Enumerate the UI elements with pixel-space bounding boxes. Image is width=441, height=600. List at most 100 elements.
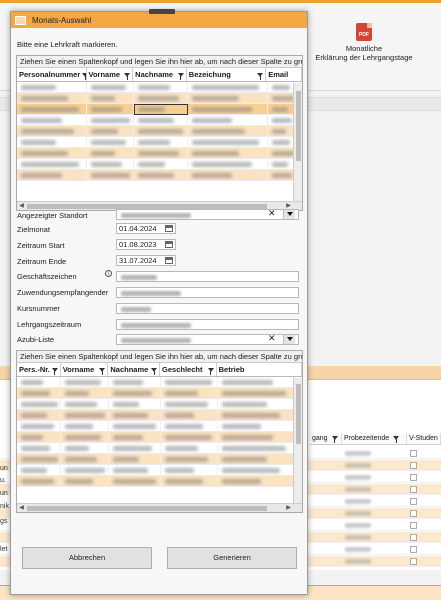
table-cell: [268, 159, 295, 169]
col-personalnummer[interactable]: Personalnummer: [17, 68, 87, 81]
monats-auswahl-dialog: Monats-Auswahl Bitte eine Lehrkraft mark…: [10, 9, 308, 595]
table-row[interactable]: [17, 93, 302, 104]
table-row[interactable]: [17, 115, 302, 126]
focused-cell: [134, 104, 188, 115]
table-cell: [109, 410, 161, 420]
col-pers-nr[interactable]: Pers.-Nr.: [17, 363, 61, 376]
table-row[interactable]: [17, 137, 302, 148]
table-cell: [61, 443, 109, 453]
table-row[interactable]: [17, 476, 302, 487]
table-cell: [188, 170, 268, 180]
filter-icon[interactable]: [124, 72, 131, 80]
table-cell: [218, 432, 295, 442]
filter-icon[interactable]: [99, 367, 106, 375]
col-nachname[interactable]: Nachname: [133, 68, 187, 81]
kursnummer-field[interactable]: [116, 303, 299, 314]
v-studium-checkbox[interactable]: [410, 486, 417, 493]
zeitraum-ende-field[interactable]: 31.07.2024: [116, 255, 176, 266]
table-cell: [109, 476, 161, 486]
v-studium-checkbox[interactable]: [410, 450, 417, 457]
col-betrieb[interactable]: Betrieb: [217, 363, 302, 376]
cancel-button[interactable]: Abbrechen: [22, 547, 152, 569]
calendar-icon[interactable]: [165, 257, 173, 264]
filter-icon[interactable]: [207, 367, 214, 375]
v-studium-checkbox[interactable]: [410, 510, 417, 517]
v-studium-checkbox[interactable]: [410, 534, 417, 541]
v-studium-checkbox[interactable]: [410, 522, 417, 529]
dialog-titlebar[interactable]: Monats-Auswahl: [11, 9, 307, 28]
col-vorname[interactable]: Vorname: [87, 68, 134, 81]
table-row[interactable]: [17, 399, 302, 410]
table-row[interactable]: [17, 148, 302, 159]
v-studium-checkbox[interactable]: [410, 462, 417, 469]
lehrgangszeitraum-field[interactable]: [116, 319, 299, 330]
table-row[interactable]: [17, 465, 302, 476]
group-panel[interactable]: Ziehen Sie einen Spaltenkopf und legen S…: [17, 56, 302, 68]
table-cell: [87, 82, 134, 92]
azubi-liste-select[interactable]: ✕: [116, 334, 299, 345]
table-cell: [161, 454, 218, 464]
col-vorname[interactable]: Vorname: [61, 363, 109, 376]
table-row[interactable]: [17, 454, 302, 465]
zielmonat-field[interactable]: 01.04.2024: [116, 223, 176, 234]
table-row[interactable]: [17, 104, 302, 115]
monthly-declaration-button[interactable]: PDF Monatliche Erklärung der Lehrgangsta…: [314, 23, 414, 62]
table-row[interactable]: [17, 421, 302, 432]
teacher-vscroll[interactable]: [293, 83, 302, 203]
zeitraum-start-field[interactable]: 01.08.2023: [116, 239, 176, 250]
zuwendung-field[interactable]: [116, 287, 299, 298]
bg-left-label: un: [0, 465, 8, 472]
v-studium-checkbox[interactable]: [410, 546, 417, 553]
filter-icon[interactable]: [151, 367, 158, 375]
geschaeftszeichen-field[interactable]: [116, 271, 299, 282]
col-geschlecht[interactable]: Geschlecht: [160, 363, 217, 376]
chevron-down-icon[interactable]: [283, 210, 295, 219]
table-row[interactable]: [17, 432, 302, 443]
table-cell: [218, 454, 295, 464]
col-nachname[interactable]: Nachname: [108, 363, 161, 376]
v-studium-checkbox[interactable]: [410, 474, 417, 481]
calendar-icon[interactable]: [165, 241, 173, 248]
table-cell: [218, 399, 295, 409]
table-cell: [161, 443, 218, 453]
student-hscroll[interactable]: ◀ ▶: [17, 503, 302, 512]
table-cell: [268, 148, 295, 158]
calendar-icon[interactable]: [165, 225, 173, 232]
table-row[interactable]: [17, 82, 302, 93]
table-row[interactable]: [17, 410, 302, 421]
table-row[interactable]: [17, 170, 302, 181]
table-row[interactable]: [17, 443, 302, 454]
table-row[interactable]: [17, 388, 302, 399]
filter-icon[interactable]: [177, 72, 184, 80]
table-cell: [87, 126, 134, 136]
standort-label: Angezeigter Standort: [17, 211, 88, 220]
col-bezeichung[interactable]: Bezeichung: [187, 68, 267, 81]
table-row[interactable]: [17, 377, 302, 388]
table-row[interactable]: [17, 126, 302, 137]
bg-col-gang[interactable]: gang: [310, 433, 342, 444]
table-row[interactable]: [17, 159, 302, 170]
v-studium-checkbox[interactable]: [410, 558, 417, 565]
filter-icon[interactable]: [257, 72, 264, 80]
group-panel[interactable]: Ziehen Sie einen Spaltenkopf und legen S…: [17, 351, 302, 363]
table-cell: [17, 476, 61, 486]
filter-icon[interactable]: [51, 367, 58, 375]
student-vscroll[interactable]: [293, 378, 302, 505]
generate-button[interactable]: Generieren: [167, 547, 297, 569]
bg-col-v-studen[interactable]: V-Studen: [407, 433, 441, 444]
dialog-title: Monats-Auswahl: [32, 15, 92, 25]
table-cell: [87, 170, 134, 180]
v-studium-checkbox[interactable]: [410, 498, 417, 505]
clear-icon[interactable]: ✕: [268, 210, 276, 218]
bg-col-probezeitende[interactable]: Probezeitende: [342, 433, 407, 444]
col-email[interactable]: Email: [266, 68, 302, 81]
chevron-down-icon[interactable]: [283, 335, 295, 344]
table-cell: [134, 126, 188, 136]
table-cell: [268, 82, 295, 92]
table-cell: [17, 410, 61, 420]
standort-select[interactable]: ✕: [116, 209, 299, 220]
table-cell: [87, 137, 134, 147]
table-cell: [188, 93, 268, 103]
clear-icon[interactable]: ✕: [268, 335, 276, 343]
table-cell: [87, 115, 134, 125]
